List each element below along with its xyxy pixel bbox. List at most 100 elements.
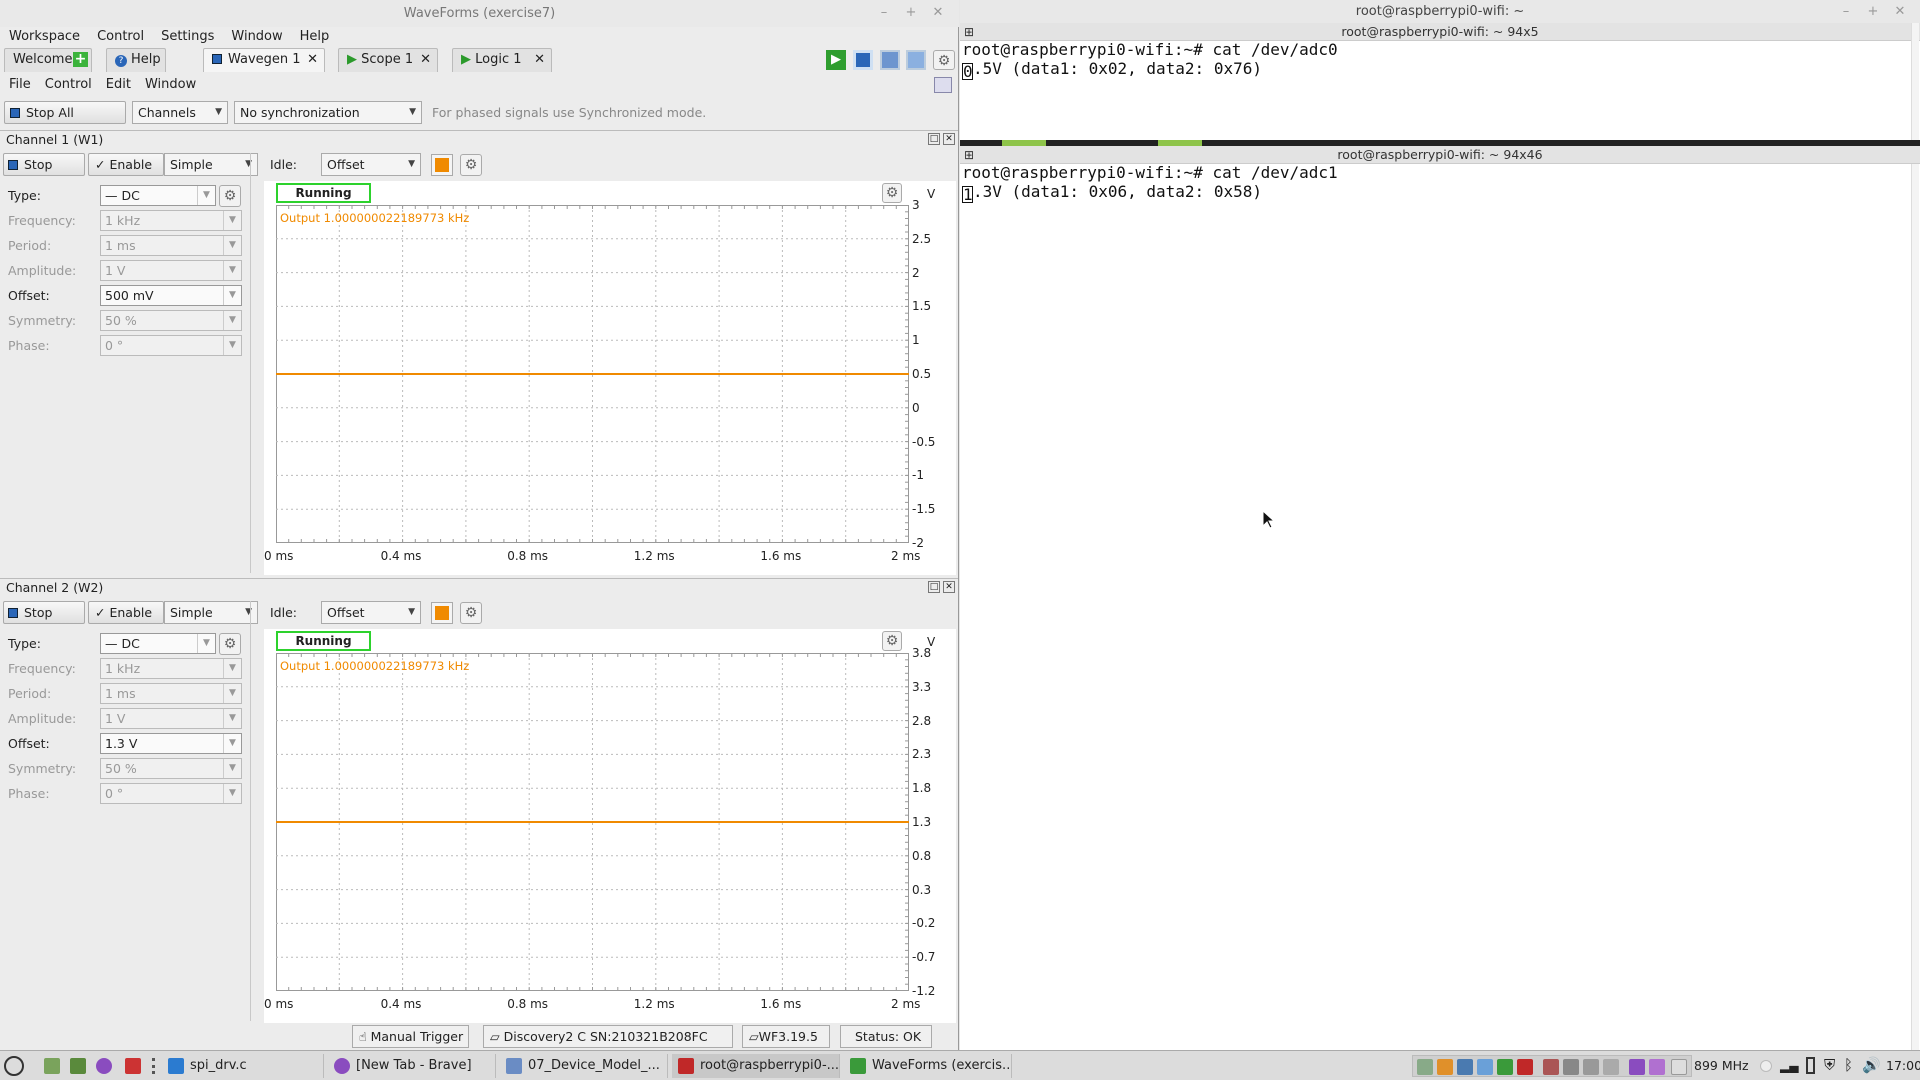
tab-scope[interactable]: ▶ Scope 1 ✕ [338, 48, 438, 72]
menu-control[interactable]: Control [36, 76, 97, 92]
splitter[interactable] [250, 601, 251, 1021]
color-swatch-button[interactable] [431, 154, 453, 176]
gear-icon[interactable]: ⚙ [460, 154, 482, 176]
menu-settings[interactable]: Settings [152, 27, 222, 44]
mode-select[interactable]: Simple ▼ [164, 601, 258, 624]
close-tab-icon[interactable]: ✕ [534, 49, 545, 71]
maximize-icon[interactable]: + [1865, 4, 1881, 20]
enable-checkbox[interactable]: ✓ Enable [88, 601, 164, 624]
minimize-icon[interactable]: – [1838, 4, 1854, 20]
type-field[interactable]: — DC ▼ [100, 185, 216, 206]
tray-waveforms-icon[interactable] [1497, 1059, 1513, 1075]
close-icon[interactable]: ✕ [930, 5, 946, 21]
close-panel-icon[interactable]: ✕ [943, 581, 955, 593]
plot-gear-icon[interactable]: ⚙ [882, 183, 902, 203]
bluetooth-icon[interactable]: ᛒ [1844, 1056, 1853, 1074]
tab-logic[interactable]: ▶ Logic 1 ✕ [452, 48, 552, 72]
type-field[interactable]: — DC ▼ [100, 633, 216, 654]
tray-grid-icon[interactable] [1583, 1059, 1599, 1075]
color-swatch-button[interactable] [431, 602, 453, 624]
tray-list-icon[interactable] [1603, 1059, 1619, 1075]
tray-app-icon[interactable] [1417, 1059, 1433, 1075]
plot-gear-icon[interactable]: ⚙ [882, 631, 902, 651]
start-menu-icon[interactable] [4, 1056, 24, 1076]
symmetry-field[interactable]: 50 % ▼ [100, 310, 242, 331]
run-all-icon[interactable]: ▶ [826, 50, 846, 70]
close-tab-icon[interactable]: ✕ [307, 49, 318, 71]
battery-icon[interactable] [1806, 1057, 1815, 1074]
tray-terminal-icon[interactable] [1517, 1059, 1533, 1075]
menu-help[interactable]: Help [291, 27, 338, 44]
device-info[interactable]: ▱ Discovery2 C SN:210321B208FC USB [483, 1025, 733, 1065]
stop-all-button[interactable]: Stop All [4, 101, 126, 124]
amplitude-field[interactable]: 1 V ▼ [100, 708, 242, 729]
undock-icon[interactable]: □ [928, 133, 940, 145]
tray-cloud-icon[interactable] [1477, 1059, 1493, 1075]
maximize-icon[interactable]: + [903, 5, 919, 21]
app-launcher-icon[interactable] [125, 1058, 141, 1074]
menu-file[interactable]: File [0, 76, 36, 92]
tab-help[interactable]: ? Help [106, 48, 166, 72]
amplitude-field[interactable]: 1 V ▼ [100, 260, 242, 281]
stop-all-icon[interactable] [853, 50, 873, 70]
task-terminal[interactable]: root@raspberrypi0-... [672, 1054, 840, 1078]
close-icon[interactable]: ✕ [1892, 4, 1908, 20]
files-icon[interactable] [44, 1058, 60, 1074]
task-brave[interactable]: [New Tab - Brave] [328, 1054, 496, 1078]
tab-wavegen[interactable]: Wavegen 1 ✕ [203, 48, 325, 72]
menu-window[interactable]: Window [222, 27, 290, 44]
tray-monitor-icon[interactable] [1563, 1059, 1579, 1075]
signal-icon[interactable]: ▂▄ [1780, 1059, 1798, 1073]
tray-brave2-icon[interactable] [1649, 1059, 1665, 1075]
undock-icon[interactable]: □ [928, 581, 940, 593]
frequency-field[interactable]: 1 kHz ▼ [100, 210, 242, 231]
terminal-launcher-icon[interactable] [70, 1058, 86, 1074]
minimize-icon[interactable]: – [876, 5, 892, 21]
menu-workspace[interactable]: Workspace [0, 27, 88, 44]
close-panel-icon[interactable]: ✕ [943, 133, 955, 145]
tray-network-icon[interactable] [1457, 1059, 1473, 1075]
pane2-scrollbar[interactable] [1911, 164, 1919, 1050]
window-icon[interactable] [880, 50, 900, 70]
tray-media-icon[interactable] [1437, 1059, 1453, 1075]
task-device-model[interactable]: 07_Device_Model_... [500, 1054, 668, 1078]
symmetry-field[interactable]: 50 % ▼ [100, 758, 242, 779]
task-waveforms[interactable]: WaveForms (exercis... [844, 1054, 1012, 1078]
type-settings-gear-icon[interactable]: ⚙ [219, 185, 241, 207]
brave-launcher-icon[interactable] [96, 1058, 112, 1074]
channels-select[interactable]: Channels ▼ [132, 101, 228, 124]
offset-field[interactable]: 1.3 V ▼ [100, 733, 242, 754]
enable-checkbox[interactable]: ✓ Enable [88, 153, 164, 176]
tray-window-icon[interactable] [1543, 1059, 1559, 1075]
channel-stop-button[interactable]: Stop [3, 601, 85, 624]
sync-select[interactable]: No synchronization ▼ [234, 101, 422, 124]
menu-window[interactable]: Window [136, 76, 201, 92]
layout-icon[interactable] [906, 50, 926, 70]
phase-field[interactable]: 0 ° ▼ [100, 783, 242, 804]
tray-brave-icon[interactable] [1629, 1059, 1645, 1075]
period-field[interactable]: 1 ms ▼ [100, 235, 242, 256]
tab-welcome[interactable]: Welcome + [4, 48, 92, 72]
gear-icon[interactable]: ⚙ [933, 50, 955, 70]
idle-select[interactable]: Offset ▼ [321, 153, 421, 176]
phase-field[interactable]: 0 ° ▼ [100, 335, 242, 356]
idle-select[interactable]: Offset ▼ [321, 601, 421, 624]
manual-trigger-button[interactable]: ☝ Manual Trigger [352, 1025, 469, 1048]
tray-note-icon[interactable] [1671, 1059, 1687, 1075]
task-spi-drv[interactable]: spi_drv.c [162, 1054, 324, 1078]
shield-icon[interactable]: ⛨ [1824, 1056, 1835, 1074]
pane-menu-icon[interactable]: ⊞ [964, 146, 974, 164]
mode-select[interactable]: Simple ▼ [164, 153, 258, 176]
channel-stop-button[interactable]: Stop [3, 153, 85, 176]
type-settings-gear-icon[interactable]: ⚙ [219, 633, 241, 655]
dock-icon[interactable] [934, 77, 952, 93]
period-field[interactable]: 1 ms ▼ [100, 683, 242, 704]
close-tab-icon[interactable]: ✕ [420, 49, 431, 71]
add-icon[interactable]: + [73, 52, 88, 67]
pane-menu-icon[interactable]: ⊞ [964, 23, 974, 41]
volume-icon[interactable]: 🔊 [1862, 1056, 1881, 1074]
pane1-scrollbar[interactable] [1911, 23, 1919, 140]
menu-edit[interactable]: Edit [97, 76, 136, 92]
frequency-field[interactable]: 1 kHz ▼ [100, 658, 242, 679]
gear-icon[interactable]: ⚙ [460, 602, 482, 624]
